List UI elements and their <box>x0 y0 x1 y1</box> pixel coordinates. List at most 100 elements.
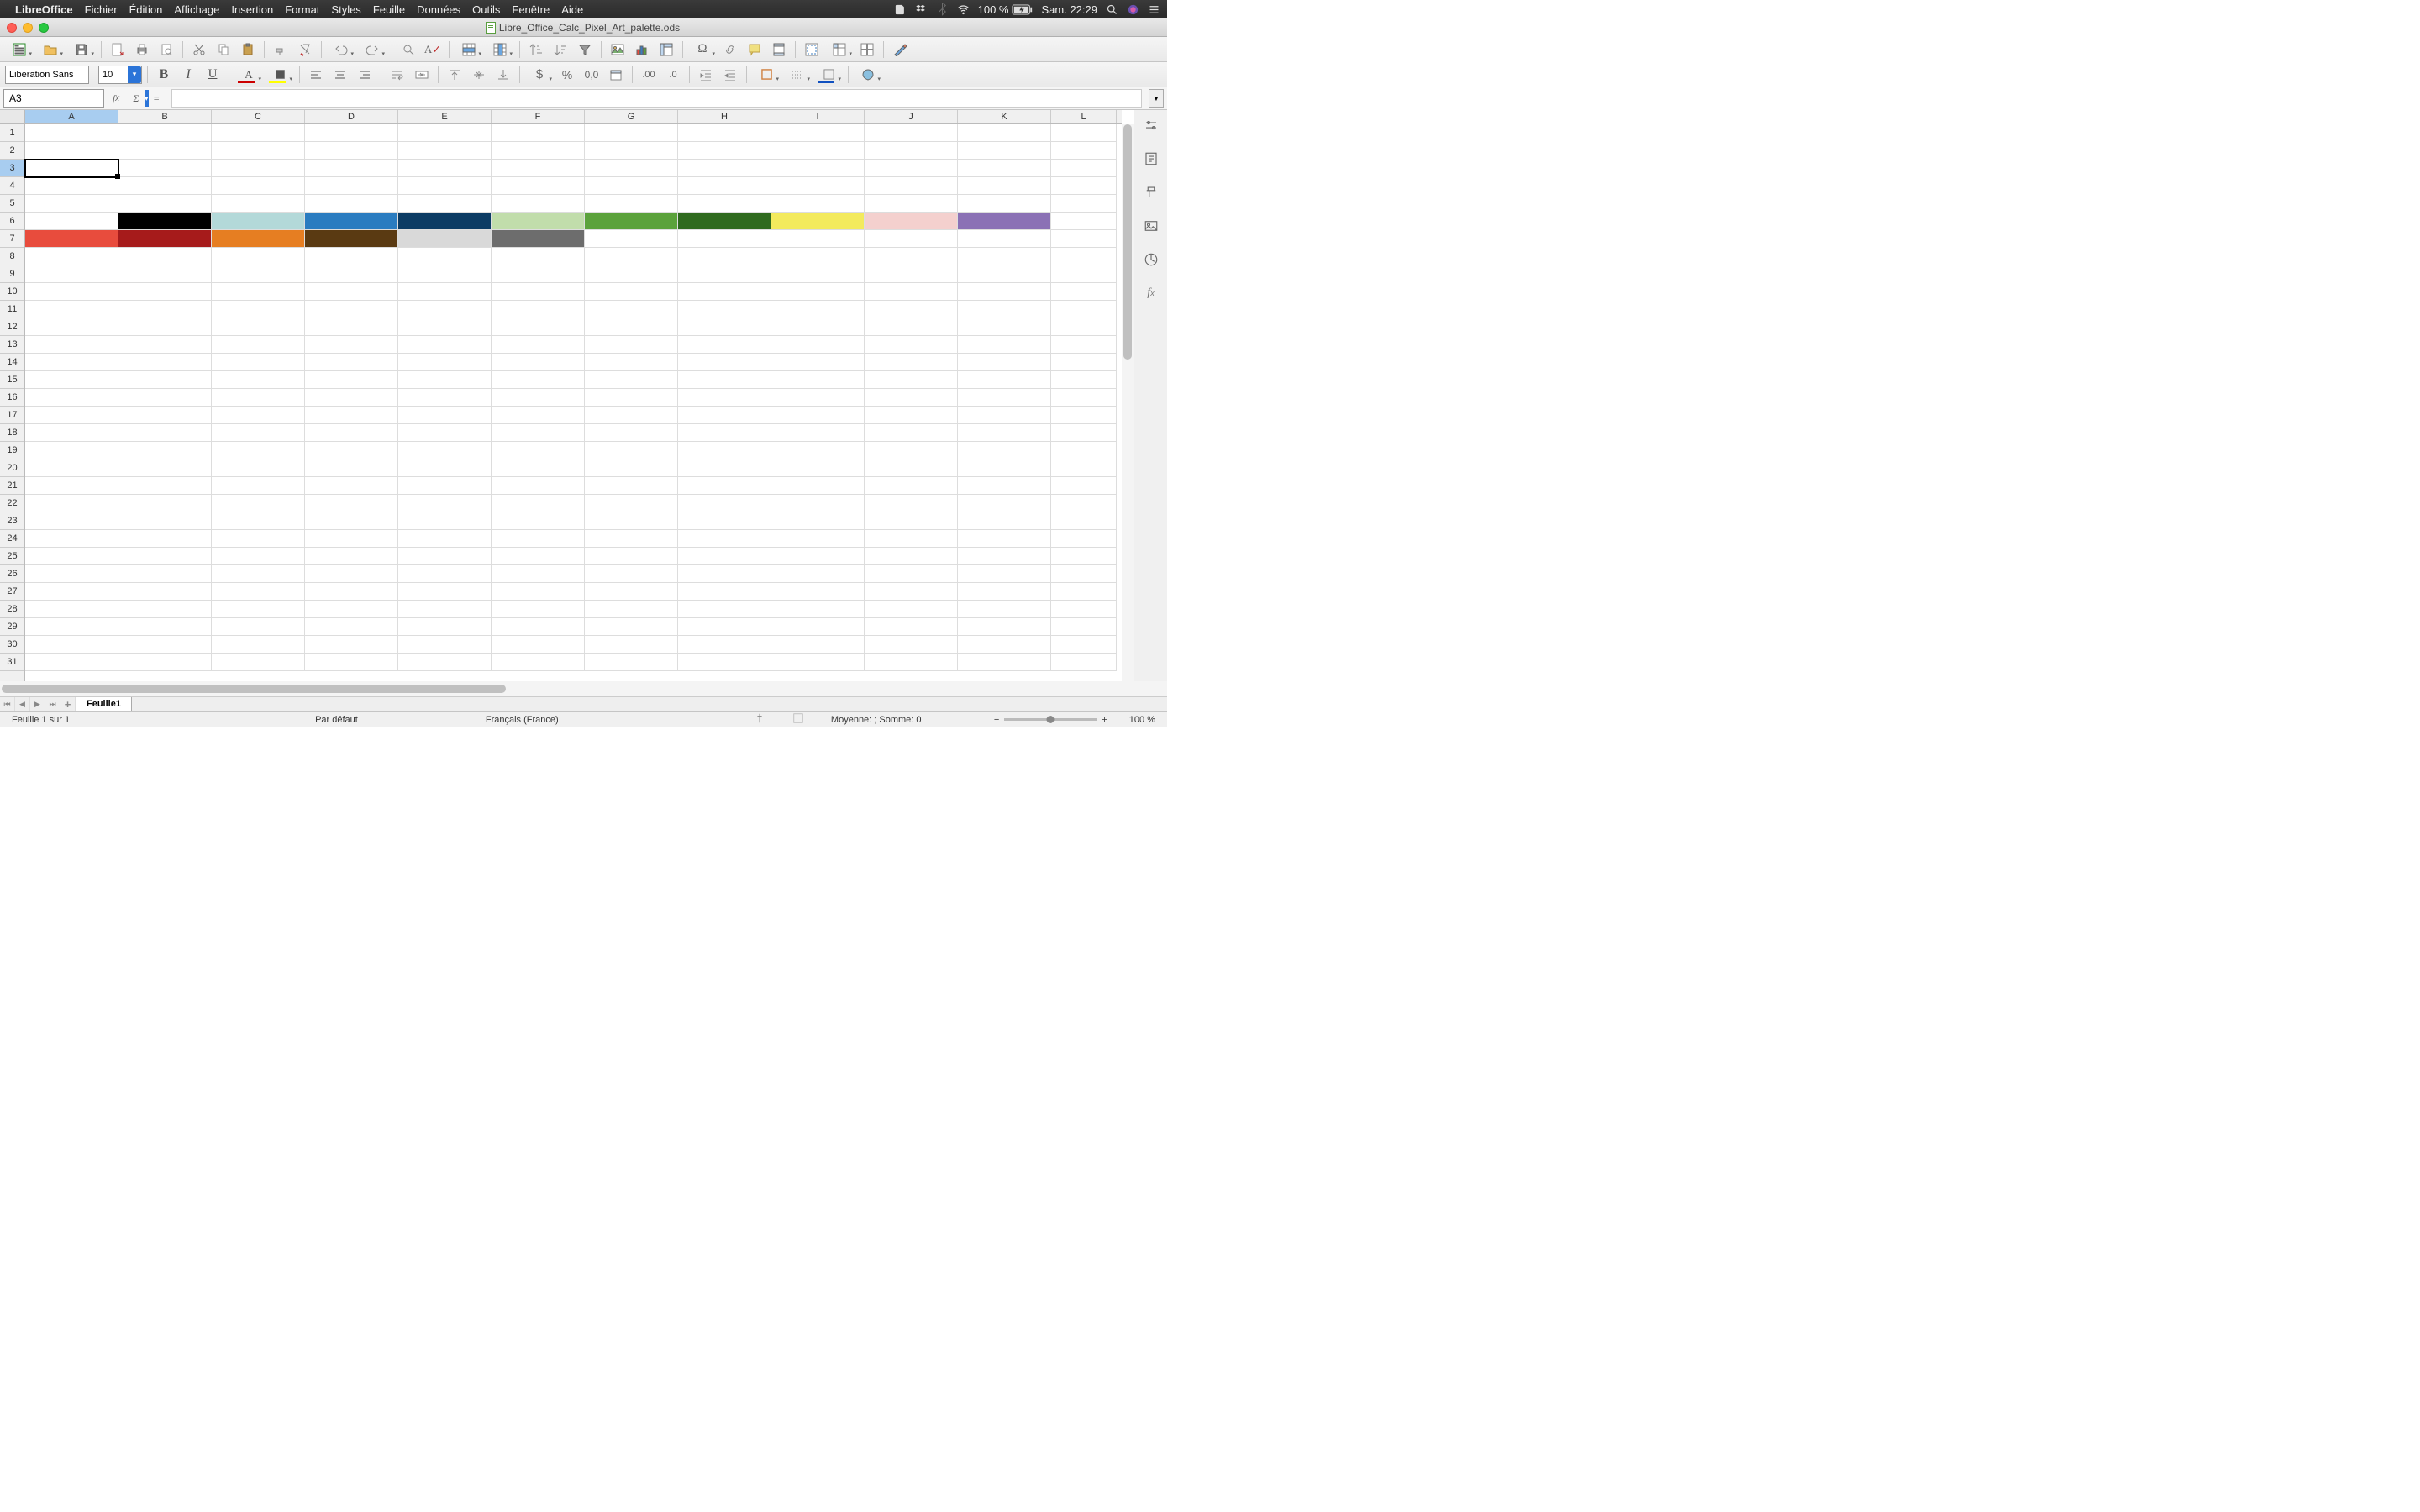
cell-L2[interactable] <box>1051 142 1117 160</box>
cell-H16[interactable] <box>678 389 771 407</box>
cell-I26[interactable] <box>771 565 865 583</box>
border-style-button[interactable] <box>783 65 812 85</box>
cell-A21[interactable] <box>25 477 118 495</box>
menu-format[interactable]: Format <box>285 3 319 16</box>
cell-F26[interactable] <box>492 565 585 583</box>
cell-K10[interactable] <box>958 283 1051 301</box>
cell-H24[interactable] <box>678 530 771 548</box>
cell-A14[interactable] <box>25 354 118 371</box>
cell-F6[interactable] <box>492 213 585 230</box>
cell-E21[interactable] <box>398 477 492 495</box>
column-header-F[interactable]: F <box>492 110 585 123</box>
cell-H15[interactable] <box>678 371 771 389</box>
cell-I23[interactable] <box>771 512 865 530</box>
cell-A29[interactable] <box>25 618 118 636</box>
minimize-window-button[interactable] <box>23 23 33 33</box>
sheet-tab-active[interactable]: Feuille1 <box>76 697 132 711</box>
borders-button[interactable] <box>752 65 781 85</box>
cell-F31[interactable] <box>492 654 585 671</box>
cell-I1[interactable] <box>771 124 865 142</box>
cell-C30[interactable] <box>212 636 305 654</box>
cell-G17[interactable] <box>585 407 678 424</box>
cell-G4[interactable] <box>585 177 678 195</box>
status-page-style[interactable]: Par défaut <box>310 715 363 725</box>
cell-L21[interactable] <box>1051 477 1117 495</box>
cell-H18[interactable] <box>678 424 771 442</box>
row-header-28[interactable]: 28 <box>0 601 24 618</box>
cell-G29[interactable] <box>585 618 678 636</box>
cell-C7[interactable] <box>212 230 305 248</box>
cell-J28[interactable] <box>865 601 958 618</box>
cell-C25[interactable] <box>212 548 305 565</box>
cell-A10[interactable] <box>25 283 118 301</box>
cell-C10[interactable] <box>212 283 305 301</box>
zoom-in-button[interactable]: + <box>1102 715 1107 725</box>
cell-J2[interactable] <box>865 142 958 160</box>
font-size-input[interactable] <box>99 70 128 80</box>
cell-G8[interactable] <box>585 248 678 265</box>
cell-I30[interactable] <box>771 636 865 654</box>
cell-A20[interactable] <box>25 459 118 477</box>
cell-F14[interactable] <box>492 354 585 371</box>
menu-fenetre[interactable]: Fenêtre <box>512 3 550 16</box>
cell-B3[interactable] <box>118 160 212 177</box>
menu-affichage[interactable]: Affichage <box>174 3 219 16</box>
cell-C18[interactable] <box>212 424 305 442</box>
cell-F12[interactable] <box>492 318 585 336</box>
cell-G6[interactable] <box>585 213 678 230</box>
cell-C31[interactable] <box>212 654 305 671</box>
cell-E2[interactable] <box>398 142 492 160</box>
cell-E8[interactable] <box>398 248 492 265</box>
column-header-E[interactable]: E <box>398 110 492 123</box>
cell-D21[interactable] <box>305 477 398 495</box>
cell-B16[interactable] <box>118 389 212 407</box>
menu-styles[interactable]: Styles <box>331 3 360 16</box>
cell-A18[interactable] <box>25 424 118 442</box>
cell-C11[interactable] <box>212 301 305 318</box>
cell-F23[interactable] <box>492 512 585 530</box>
cell-A16[interactable] <box>25 389 118 407</box>
cell-B23[interactable] <box>118 512 212 530</box>
cell-J30[interactable] <box>865 636 958 654</box>
cell-C19[interactable] <box>212 442 305 459</box>
italic-button[interactable]: I <box>177 65 199 85</box>
menu-edition[interactable]: Édition <box>129 3 163 16</box>
cell-D25[interactable] <box>305 548 398 565</box>
cell-H2[interactable] <box>678 142 771 160</box>
cell-F25[interactable] <box>492 548 585 565</box>
cell-L4[interactable] <box>1051 177 1117 195</box>
cell-K11[interactable] <box>958 301 1051 318</box>
cell-E22[interactable] <box>398 495 492 512</box>
conditional-format-button[interactable] <box>854 65 882 85</box>
cell-D10[interactable] <box>305 283 398 301</box>
cell-J20[interactable] <box>865 459 958 477</box>
cell-H22[interactable] <box>678 495 771 512</box>
insert-chart-button[interactable] <box>631 39 653 60</box>
row-header-22[interactable]: 22 <box>0 495 24 512</box>
cell-L19[interactable] <box>1051 442 1117 459</box>
column-header-A[interactable]: A <box>25 110 118 123</box>
cell-A31[interactable] <box>25 654 118 671</box>
cell-K4[interactable] <box>958 177 1051 195</box>
cell-D6[interactable] <box>305 213 398 230</box>
cell-E7[interactable] <box>398 230 492 248</box>
cell-D12[interactable] <box>305 318 398 336</box>
menu-aide[interactable]: Aide <box>561 3 583 16</box>
cell-K20[interactable] <box>958 459 1051 477</box>
cell-C6[interactable] <box>212 213 305 230</box>
cell-D26[interactable] <box>305 565 398 583</box>
row-header-19[interactable]: 19 <box>0 442 24 459</box>
cell-I16[interactable] <box>771 389 865 407</box>
zoom-track[interactable] <box>1004 718 1097 721</box>
sort-asc-button[interactable] <box>525 39 547 60</box>
cell-H20[interactable] <box>678 459 771 477</box>
show-draw-functions-button[interactable] <box>889 39 911 60</box>
cell-L29[interactable] <box>1051 618 1117 636</box>
cell-C9[interactable] <box>212 265 305 283</box>
cell-K3[interactable] <box>958 160 1051 177</box>
cell-D23[interactable] <box>305 512 398 530</box>
cell-A9[interactable] <box>25 265 118 283</box>
cell-E6[interactable] <box>398 213 492 230</box>
zoom-slider[interactable]: − + <box>994 715 1107 725</box>
align-right-button[interactable] <box>354 65 376 85</box>
